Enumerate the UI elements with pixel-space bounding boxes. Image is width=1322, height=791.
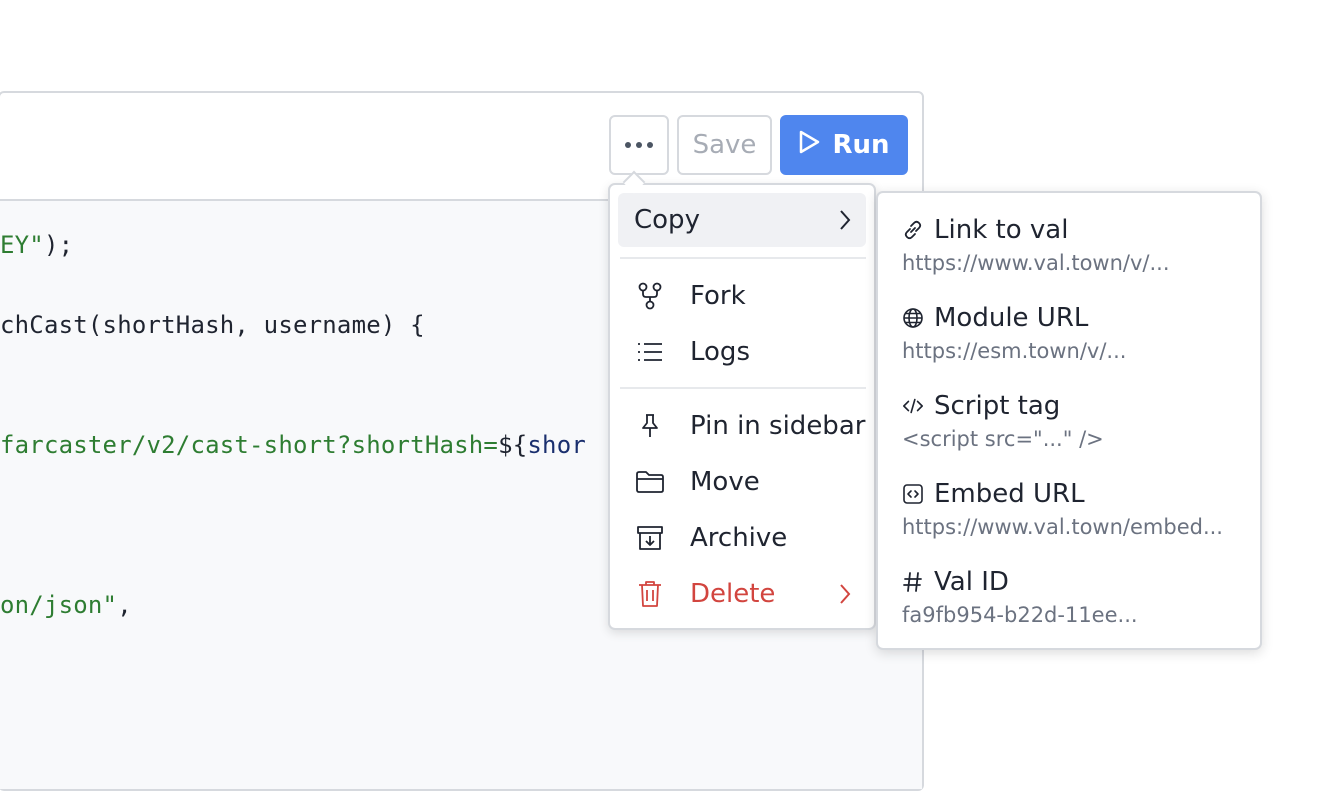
run-button[interactable]: Run xyxy=(780,115,908,175)
code-line: on/json", xyxy=(0,591,132,619)
submenu-item-desc: https://www.val.town/embed... xyxy=(902,515,1223,539)
menu-item-label: Copy xyxy=(634,205,700,235)
pin-icon xyxy=(634,410,666,442)
submenu-item-link-to-val[interactable]: Link to val https://www.val.town/v/... xyxy=(902,213,1242,275)
menu-item-move[interactable]: Move xyxy=(618,455,866,509)
menu-item-logs[interactable]: Logs xyxy=(618,325,866,379)
menu-item-delete[interactable]: Delete xyxy=(618,567,866,621)
menu-item-pin-in-sidebar[interactable]: Pin in sidebar xyxy=(618,399,866,453)
submenu-item-desc: fa9fb954-b22d-11ee... xyxy=(902,603,1138,627)
code-line: chCast(shortHash, username) { xyxy=(0,311,425,339)
code-line: EY"); xyxy=(0,231,74,259)
save-button[interactable]: Save xyxy=(677,115,772,175)
submenu-item-desc: <script src="..." /> xyxy=(902,427,1104,451)
globe-icon xyxy=(902,307,924,329)
chevron-right-icon xyxy=(838,582,852,613)
submenu-item-label: Val ID xyxy=(934,567,1009,597)
menu-item-copy[interactable]: Copy xyxy=(618,193,866,247)
submenu-item-embed-url[interactable]: Embed URL https://www.val.town/embed... xyxy=(902,477,1242,539)
code-line: farcaster/v2/cast-short?shortHash=${shor xyxy=(0,431,586,459)
run-button-label: Run xyxy=(832,130,890,160)
list-icon xyxy=(634,336,666,368)
embed-icon xyxy=(902,483,924,505)
chevron-right-icon xyxy=(838,208,852,239)
menu-item-label: Logs xyxy=(690,337,750,367)
archive-icon xyxy=(634,522,666,554)
hash-icon xyxy=(902,571,924,593)
trash-icon xyxy=(634,578,666,610)
submenu-item-label: Module URL xyxy=(934,303,1089,333)
copy-submenu: Link to val https://www.val.town/v/... M… xyxy=(876,191,1262,650)
submenu-item-module-url[interactable]: Module URL https://esm.town/v/... xyxy=(902,301,1242,363)
submenu-item-desc: https://www.val.town/v/... xyxy=(902,251,1170,275)
play-icon xyxy=(798,130,820,161)
menu-divider xyxy=(620,387,866,389)
ellipsis-icon xyxy=(625,142,653,148)
code-icon xyxy=(902,395,924,417)
submenu-item-label: Embed URL xyxy=(934,479,1085,509)
more-options-button[interactable] xyxy=(609,115,669,175)
menu-divider xyxy=(620,257,866,259)
more-options-menu: Copy Fork Logs Pin in sidebar Move Archi… xyxy=(608,183,876,630)
link-icon xyxy=(902,219,924,241)
submenu-item-script-tag[interactable]: Script tag <script src="..." /> xyxy=(902,389,1242,451)
save-button-label: Save xyxy=(692,130,757,160)
submenu-item-label: Script tag xyxy=(934,391,1061,421)
menu-item-label: Fork xyxy=(690,281,746,311)
menu-item-label: Delete xyxy=(690,579,776,609)
menu-item-fork[interactable]: Fork xyxy=(618,269,866,323)
submenu-item-desc: https://esm.town/v/... xyxy=(902,339,1127,363)
folder-icon xyxy=(634,466,666,498)
submenu-item-label: Link to val xyxy=(934,215,1069,245)
menu-item-label: Move xyxy=(690,467,760,497)
menu-item-label: Archive xyxy=(690,523,788,553)
submenu-item-val-id[interactable]: Val ID fa9fb954-b22d-11ee... xyxy=(902,565,1242,627)
menu-item-label: Pin in sidebar xyxy=(690,411,866,441)
fork-icon xyxy=(634,280,666,312)
menu-item-archive[interactable]: Archive xyxy=(618,511,866,565)
